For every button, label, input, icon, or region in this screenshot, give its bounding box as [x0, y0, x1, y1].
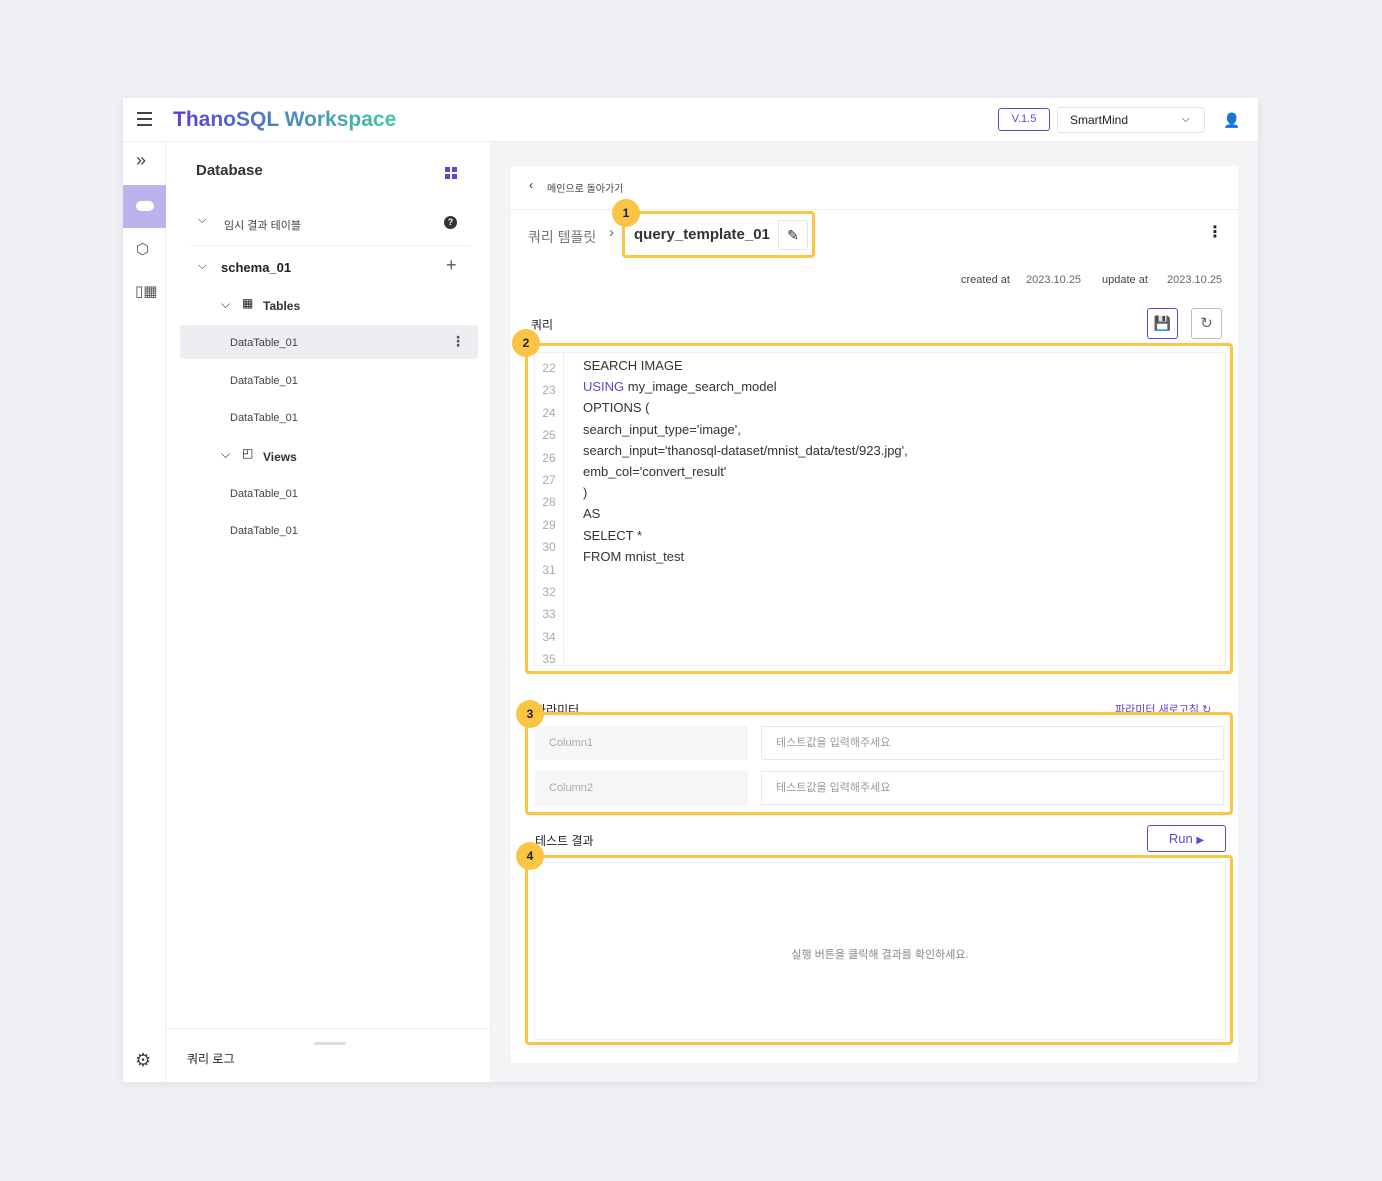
grid-icon[interactable] [445, 167, 457, 179]
created-date: 2023.10.25 [1026, 274, 1082, 286]
updated-label: update at [1102, 274, 1148, 286]
user-avatar-icon[interactable]: 👤 [1223, 112, 1240, 129]
workspace-select[interactable]: SmartMind ⌵ [1057, 107, 1205, 133]
view-item[interactable]: DataTable_01 [230, 488, 298, 500]
annotation-badge: 1 [612, 199, 640, 227]
play-icon: ▶ [1196, 835, 1205, 846]
annotation-box [622, 211, 815, 258]
divider [166, 1028, 491, 1029]
header: ThanoSQL Workspace V.1.5 SmartMind ⌵ 👤 [123, 98, 1258, 142]
apps-icon[interactable]: ▯▦ [135, 282, 157, 300]
chevron-right-icon: › [609, 224, 614, 241]
view-icon: ◰ [242, 446, 254, 460]
annotation-box [525, 855, 1233, 1045]
icon-rail: » ⬡ ▯▦ ⚙ [123, 142, 166, 1082]
more-vertical-icon[interactable]: ⋮ [1207, 222, 1223, 242]
chevron-down-icon[interactable]: ⌵ [221, 447, 230, 462]
refresh-icon: ↻ [1200, 315, 1213, 332]
chevron-down-icon[interactable]: ⌵ [198, 214, 206, 227]
views-label[interactable]: Views [263, 450, 297, 464]
rail-database-button[interactable] [123, 185, 166, 228]
created-label: created at [961, 274, 1010, 286]
plus-icon[interactable]: + [446, 255, 457, 276]
chevron-down-icon[interactable]: ⌵ [221, 297, 230, 312]
workspace-value: SmartMind [1070, 113, 1129, 127]
save-icon: 💾 [1153, 315, 1172, 331]
annotation-box [525, 343, 1233, 674]
query-log-label[interactable]: 쿼리 로그 [187, 1050, 235, 1067]
reset-button[interactable]: ↻ [1191, 308, 1222, 339]
table-item[interactable]: DataTable_01 [230, 375, 298, 387]
schema-label[interactable]: schema_01 [221, 260, 291, 275]
database-sidebar: Database ⌵ 임시 결과 테이블 ? ⌵ schema_01 + ⌵ ▦… [166, 142, 491, 1082]
query-label: 쿼리 [531, 318, 554, 332]
annotation-box [525, 712, 1233, 815]
divider [190, 245, 470, 246]
selected-row-bg [180, 325, 478, 359]
result-label: 테스트 결과 [535, 834, 594, 848]
breadcrumb-parent[interactable]: 쿼리 템플릿 [528, 227, 596, 247]
save-button[interactable]: 💾 [1147, 308, 1178, 339]
help-icon[interactable]: ? [444, 216, 457, 229]
table-item[interactable]: DataTable_01 [230, 337, 298, 349]
chevron-down-icon[interactable]: ⌵ [198, 260, 206, 273]
temp-tables-label[interactable]: 임시 결과 테이블 [224, 217, 301, 233]
sidebar-title: Database [196, 162, 263, 179]
tables-label[interactable]: Tables [263, 299, 300, 313]
table-icon: ▦ [242, 296, 254, 310]
chevron-down-icon: ⌵ [1181, 113, 1190, 125]
menu-icon[interactable] [137, 112, 152, 126]
annotation-badge: 2 [512, 329, 540, 357]
app-title: ThanoSQL Workspace [173, 108, 397, 131]
resize-handle[interactable] [314, 1042, 346, 1045]
table-item[interactable]: DataTable_01 [230, 412, 298, 424]
app-window: ThanoSQL Workspace V.1.5 SmartMind ⌵ 👤 » … [123, 98, 1258, 1082]
back-link[interactable]: 메인으로 돌아가기 [547, 180, 623, 195]
run-button[interactable]: Run ▶ [1147, 825, 1226, 852]
annotation-badge: 3 [516, 700, 544, 728]
chevron-left-icon[interactable]: ‹ [529, 178, 533, 192]
more-vertical-icon[interactable]: ⋮ [451, 333, 465, 350]
version-badge: V.1.5 [998, 108, 1050, 131]
view-item[interactable]: DataTable_01 [230, 525, 298, 537]
model-icon[interactable]: ⬡ [136, 240, 149, 258]
annotation-badge: 4 [516, 842, 544, 870]
updated-date: 2023.10.25 [1167, 274, 1223, 286]
database-icon [135, 201, 154, 211]
settings-icon[interactable]: ⚙ [135, 1050, 151, 1071]
expand-icon[interactable]: » [136, 150, 146, 171]
run-label: Run [1168, 831, 1193, 846]
